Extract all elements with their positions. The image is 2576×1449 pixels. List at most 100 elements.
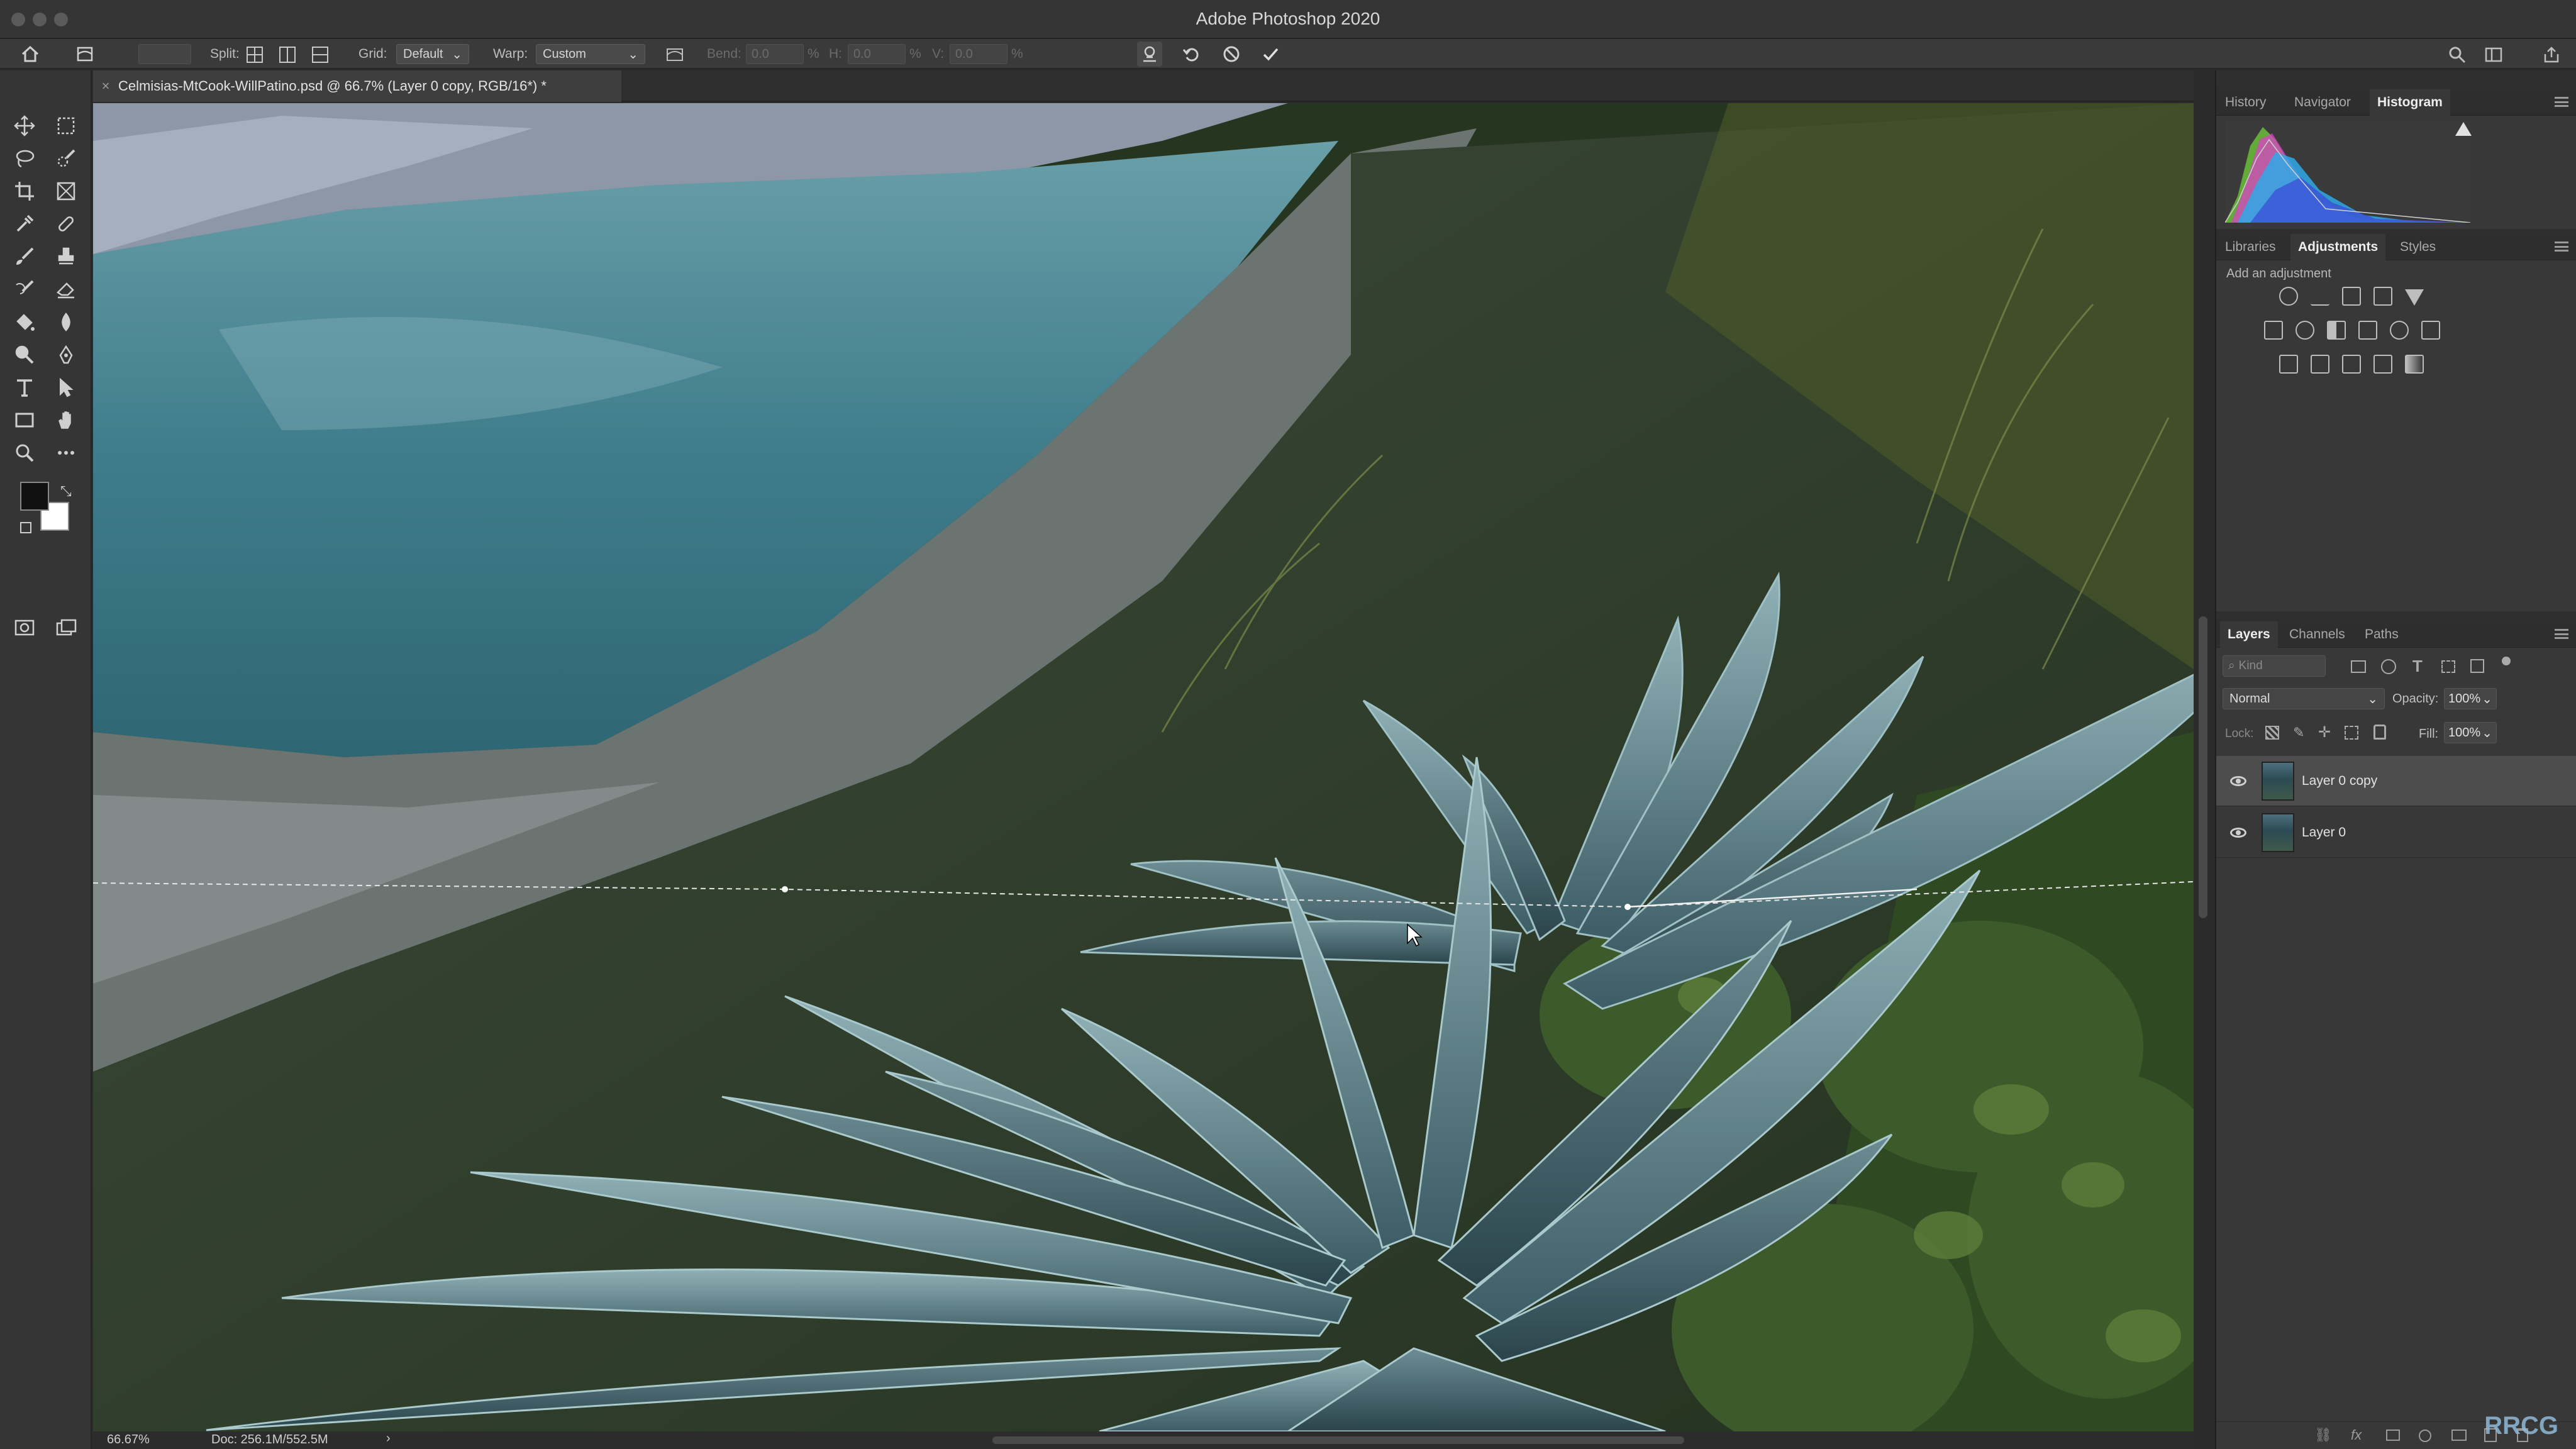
filter-smart-object-icon[interactable] xyxy=(2470,659,2484,673)
blur-tool-icon[interactable] xyxy=(48,307,84,337)
commit-check-icon[interactable] xyxy=(1259,43,1282,65)
warp-select[interactable]: Custom ⌄ xyxy=(536,44,645,64)
brush-tool-icon[interactable] xyxy=(6,242,43,272)
undo-icon[interactable] xyxy=(1180,43,1202,65)
tab-channels[interactable]: Channels xyxy=(2289,621,2345,648)
photo-filter-icon[interactable] xyxy=(2358,321,2377,340)
add-mask-icon[interactable] xyxy=(2386,1430,2400,1441)
eraser-tool-icon[interactable] xyxy=(48,274,84,304)
hand-tool-icon[interactable] xyxy=(48,405,84,435)
layer-row-layer-0-copy[interactable]: Layer 0 copy xyxy=(2216,756,2576,806)
panel-menu-icon[interactable] xyxy=(2555,97,2568,107)
crop-tool-icon[interactable] xyxy=(6,176,43,206)
tab-layers[interactable]: Layers xyxy=(2220,621,2278,648)
clone-stamp-tool-icon[interactable] xyxy=(48,242,84,272)
cancel-icon[interactable] xyxy=(1220,43,1243,65)
document-tab[interactable]: × Celmisias-MtCook-WillPatino.psd @ 66.7… xyxy=(93,70,621,102)
filter-pixel-icon[interactable] xyxy=(2351,660,2366,673)
type-tool-icon[interactable] xyxy=(6,372,43,402)
filter-toggle-icon[interactable] xyxy=(2502,657,2511,665)
threshold-icon[interactable] xyxy=(2342,355,2361,374)
warning-icon[interactable] xyxy=(2455,122,2472,136)
color-lookup-icon[interactable] xyxy=(2421,321,2440,340)
vertical-scrollbar[interactable] xyxy=(2199,616,2207,918)
fill-field[interactable]: 100% ⌄ xyxy=(2444,722,2497,743)
share-icon[interactable] xyxy=(2541,44,2562,65)
workspace-icon[interactable] xyxy=(2483,44,2504,65)
brightness-contrast-icon[interactable] xyxy=(2279,287,2298,306)
path-selection-tool-icon[interactable] xyxy=(48,372,84,402)
screen-mode-icon[interactable] xyxy=(48,613,84,643)
home-icon[interactable] xyxy=(19,43,42,65)
eyedropper-tool-icon[interactable] xyxy=(6,209,43,239)
search-icon[interactable] xyxy=(2446,44,2468,65)
tab-history[interactable]: History xyxy=(2225,89,2266,116)
panel-menu-icon[interactable] xyxy=(2555,629,2568,639)
new-group-icon[interactable] xyxy=(2451,1430,2467,1441)
healing-brush-tool-icon[interactable] xyxy=(48,209,84,239)
dodge-tool-icon[interactable] xyxy=(6,340,43,370)
new-adjustment-layer-icon[interactable] xyxy=(2419,1430,2431,1442)
tab-paths[interactable]: Paths xyxy=(2365,621,2399,648)
lock-artboard-icon[interactable] xyxy=(2345,726,2358,740)
zoom-tool-icon[interactable] xyxy=(6,438,43,468)
split-vertical-icon[interactable] xyxy=(279,47,296,63)
tab-navigator[interactable]: Navigator xyxy=(2294,89,2351,116)
puppet-warp-tool-icon[interactable] xyxy=(74,44,96,64)
hue-saturation-icon[interactable] xyxy=(2264,321,2283,340)
layer-name[interactable]: Layer 0 copy xyxy=(2302,774,2377,789)
kind-filter[interactable]: ⌕ Kind xyxy=(2223,655,2326,677)
posterize-icon[interactable] xyxy=(2311,355,2329,374)
layer-row-layer-0[interactable]: Layer 0 xyxy=(2216,808,2576,858)
tab-styles[interactable]: Styles xyxy=(2400,234,2436,260)
black-white-icon[interactable] xyxy=(2327,321,2346,340)
marquee-tool-icon[interactable] xyxy=(48,111,84,141)
grid-select[interactable]: Default ⌄ xyxy=(396,44,469,64)
visibility-eye-icon[interactable] xyxy=(2230,775,2246,786)
tab-adjustments[interactable]: Adjustments xyxy=(2290,234,2386,260)
split-horizontal-icon[interactable] xyxy=(312,47,328,63)
swap-colors-icon[interactable]: ⤡ xyxy=(60,483,72,499)
rectangle-tool-icon[interactable] xyxy=(6,405,43,435)
layer-style-fx-icon[interactable]: fx xyxy=(2351,1427,2362,1443)
link-layers-icon[interactable]: ⛓ xyxy=(2314,1427,2332,1443)
status-menu-arrow[interactable]: › xyxy=(386,1431,391,1446)
quick-selection-tool-icon[interactable] xyxy=(48,143,84,174)
channel-mixer-icon[interactable] xyxy=(2390,321,2409,340)
foreground-color-swatch[interactable] xyxy=(20,482,49,511)
lasso-tool-icon[interactable] xyxy=(6,143,43,174)
remove-all-pins-icon[interactable] xyxy=(1137,42,1162,67)
v-field[interactable]: 0.0 xyxy=(950,44,1008,64)
tab-histogram[interactable]: Histogram xyxy=(2370,89,2450,116)
levels-icon[interactable] xyxy=(2311,287,2329,306)
pen-tool-icon[interactable] xyxy=(48,340,84,370)
split-cross-icon[interactable] xyxy=(247,47,263,63)
filter-adjustment-icon[interactable] xyxy=(2381,659,2396,674)
lock-position-icon[interactable]: ✛ xyxy=(2318,723,2331,741)
default-colors-icon[interactable] xyxy=(20,522,31,533)
exposure-icon[interactable] xyxy=(2373,287,2392,306)
filter-shape-icon[interactable] xyxy=(2441,660,2455,673)
invert-icon[interactable] xyxy=(2279,355,2298,374)
gradient-map-icon[interactable] xyxy=(2405,355,2424,374)
opacity-field[interactable]: 100% ⌄ xyxy=(2444,688,2497,709)
tab-libraries[interactable]: Libraries xyxy=(2225,234,2276,260)
preset-field[interactable] xyxy=(138,44,191,64)
warp-orientation-icon[interactable] xyxy=(664,45,686,64)
document-canvas[interactable] xyxy=(93,103,2194,1431)
visibility-eye-icon[interactable] xyxy=(2230,827,2246,838)
selective-color-icon[interactable] xyxy=(2373,355,2392,374)
bend-field[interactable]: 0.0 xyxy=(746,44,804,64)
color-balance-icon[interactable] xyxy=(2296,321,2314,340)
move-tool-icon[interactable] xyxy=(6,111,43,141)
quick-mask-icon[interactable] xyxy=(6,613,43,643)
panel-menu-icon[interactable] xyxy=(2555,242,2568,252)
curves-icon[interactable] xyxy=(2342,287,2361,306)
layer-name[interactable]: Layer 0 xyxy=(2302,825,2346,840)
history-brush-tool-icon[interactable] xyxy=(6,274,43,304)
paint-bucket-tool-icon[interactable] xyxy=(6,307,43,337)
more-tools-icon[interactable] xyxy=(48,438,84,468)
lock-transparent-icon[interactable] xyxy=(2265,726,2279,740)
zoom-level[interactable]: 66.67% xyxy=(107,1433,150,1447)
h-field[interactable]: 0.0 xyxy=(848,44,906,64)
